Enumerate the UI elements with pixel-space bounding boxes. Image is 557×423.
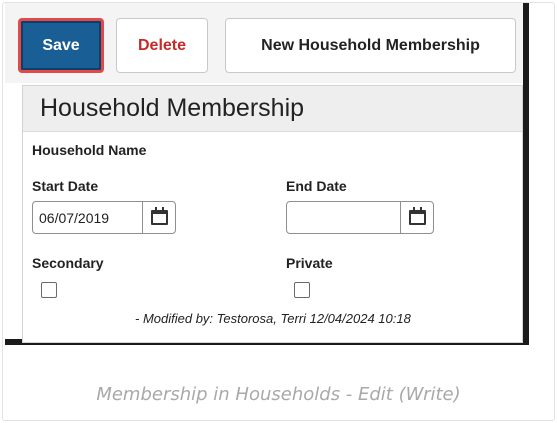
start-date-label: Start Date [32,178,99,194]
panel-title: Household Membership [23,86,522,132]
private-checkbox[interactable] [294,282,310,298]
start-date-field: 06/07/2019 [32,201,176,234]
modified-by-text: - Modified by: Testorosa, Terri 12/04/20… [135,311,411,326]
private-label: Private [286,255,333,271]
action-toolbar: Save Delete New Household Membership [5,3,523,83]
end-date-field [286,201,434,234]
household-membership-panel: Household Membership Household Name Star… [22,85,523,343]
new-household-membership-button[interactable]: New Household Membership [225,18,516,73]
delete-button[interactable]: Delete [116,18,208,73]
household-name-label: Household Name [32,142,147,158]
end-date-input[interactable] [287,202,401,233]
secondary-checkbox[interactable] [41,282,57,298]
calendar-icon [408,207,426,225]
start-date-calendar-button[interactable] [143,202,175,233]
secondary-label: Secondary [32,255,104,271]
end-date-calendar-button[interactable] [401,202,433,233]
start-date-input[interactable]: 06/07/2019 [33,202,143,233]
image-caption: Membership in Households - Edit (Write) [96,384,461,405]
end-date-label: End Date [286,178,347,194]
calendar-icon [150,207,168,225]
save-button[interactable]: Save [18,18,104,73]
screenshot-area: Save Delete New Household Membership Hou… [5,3,529,345]
